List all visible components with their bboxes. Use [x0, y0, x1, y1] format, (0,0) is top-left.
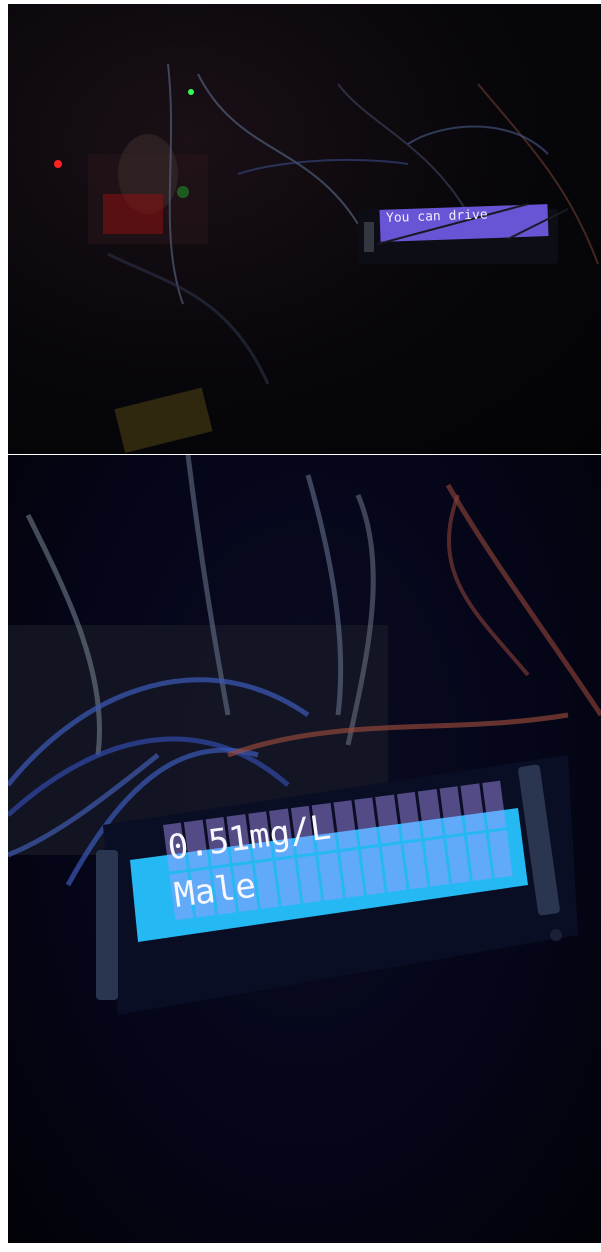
green-led: [188, 89, 194, 95]
lcd-cell: [445, 835, 471, 884]
green-button: [177, 186, 189, 198]
lcd-cell: [382, 843, 407, 893]
lcd-cell: [296, 854, 322, 904]
wire: [337, 83, 469, 215]
lcd-cell: [360, 846, 386, 895]
photo-collage: You can drive 0.51mg/L Male: [0, 0, 601, 1252]
lcd-cell: [318, 852, 343, 901]
bottom-photo: 0.51mg/L Male: [8, 455, 601, 1243]
lcd-mount: [364, 222, 374, 252]
wire: [237, 158, 409, 175]
lcd-cell: [467, 832, 492, 882]
lcd-cell: [424, 838, 449, 887]
yellow-connector: [114, 387, 213, 453]
lcd-cell: [418, 789, 443, 838]
lcd-cell: [403, 840, 428, 890]
lcd-cell: [460, 783, 485, 832]
lcd-cell: [333, 800, 358, 849]
top-photo: You can drive: [8, 4, 601, 454]
wire: [445, 483, 601, 717]
lcd-cell: [439, 786, 464, 835]
wire: [447, 494, 530, 677]
wire: [407, 125, 549, 155]
top-photo-scene: [54, 63, 599, 453]
wire: [107, 252, 270, 385]
lcd-cell: [354, 797, 379, 846]
lcd-cell: [396, 791, 422, 841]
lcd-cell: [339, 849, 364, 898]
lcd-cell: [375, 794, 400, 844]
mount-hole: [550, 929, 562, 941]
lcd-cell: [254, 860, 279, 909]
red-led-glow: [103, 194, 163, 234]
wire: [197, 73, 359, 225]
lcd-cell: [275, 857, 301, 907]
lcd-left-bracket: [96, 850, 118, 1000]
red-led: [54, 160, 62, 168]
